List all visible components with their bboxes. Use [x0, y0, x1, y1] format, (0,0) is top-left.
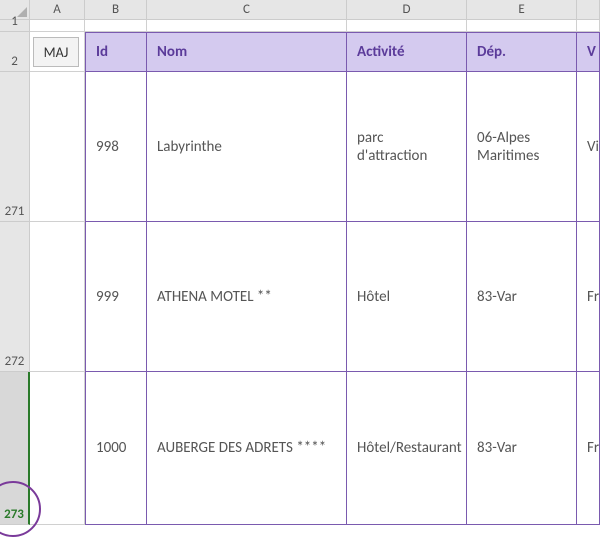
cell-id-1000[interactable]: 1000: [85, 372, 147, 525]
col-header-A[interactable]: A: [30, 0, 85, 20]
cell-A273[interactable]: [30, 372, 85, 525]
table-header-activite[interactable]: Activité: [347, 32, 467, 72]
row-header-col: 1 2 271 272 273: [0, 20, 30, 525]
maj-button[interactable]: MAJ: [33, 37, 79, 67]
cell-dep-998[interactable]: 06-Alpes Maritimes: [467, 72, 577, 222]
cell-C1[interactable]: [147, 20, 347, 32]
cell-A1[interactable]: [30, 20, 85, 32]
cell-dep-999[interactable]: 83-Var: [467, 222, 577, 372]
column-header-row: A B C D E: [0, 0, 600, 20]
row-header-273[interactable]: 273: [0, 372, 30, 525]
cell-id-999[interactable]: 999: [85, 222, 147, 372]
row-header-271[interactable]: 271: [0, 72, 30, 222]
cells-grid: MAJ Id Nom Activité Dép. V 998 Labyrinth…: [30, 20, 600, 525]
cell-nom-999[interactable]: ATHENA MOTEL **: [147, 222, 347, 372]
cell-B1[interactable]: [85, 20, 147, 32]
cell-act-1000[interactable]: Hôtel/Restaurant: [347, 372, 467, 525]
table-header-id[interactable]: Id: [85, 32, 147, 72]
table-header-dep[interactable]: Dép.: [467, 32, 577, 72]
cell-act-998[interactable]: parc d'attraction: [347, 72, 467, 222]
col-header-C[interactable]: C: [147, 0, 347, 20]
col-header-F[interactable]: [577, 0, 600, 20]
cell-act-999[interactable]: Hôtel: [347, 222, 467, 372]
table-header-nom[interactable]: Nom: [147, 32, 347, 72]
cell-E1[interactable]: [467, 20, 577, 32]
cell-A272[interactable]: [30, 222, 85, 372]
cell-ville-1000[interactable]: Fr: [577, 372, 600, 525]
col-header-E[interactable]: E: [467, 0, 577, 20]
cell-ville-998[interactable]: Vi: [577, 72, 600, 222]
table-header-ville[interactable]: V: [577, 32, 600, 72]
row-header-1[interactable]: 1: [0, 20, 30, 32]
cell-ville-999[interactable]: Fr: [577, 222, 600, 372]
cell-dep-1000[interactable]: 83-Var: [467, 372, 577, 525]
cell-D1[interactable]: [347, 20, 467, 32]
cell-nom-1000[interactable]: AUBERGE DES ADRETS ****: [147, 372, 347, 525]
row-header-272[interactable]: 272: [0, 222, 30, 372]
col-header-D[interactable]: D: [347, 0, 467, 20]
cell-nom-998[interactable]: Labyrinthe: [147, 72, 347, 222]
row-header-2[interactable]: 2: [0, 32, 30, 72]
cell-F1[interactable]: [577, 20, 600, 32]
cell-id-998[interactable]: 998: [85, 72, 147, 222]
cell-A271[interactable]: [30, 72, 85, 222]
cell-A2[interactable]: MAJ: [30, 32, 85, 72]
col-header-B[interactable]: B: [85, 0, 147, 20]
